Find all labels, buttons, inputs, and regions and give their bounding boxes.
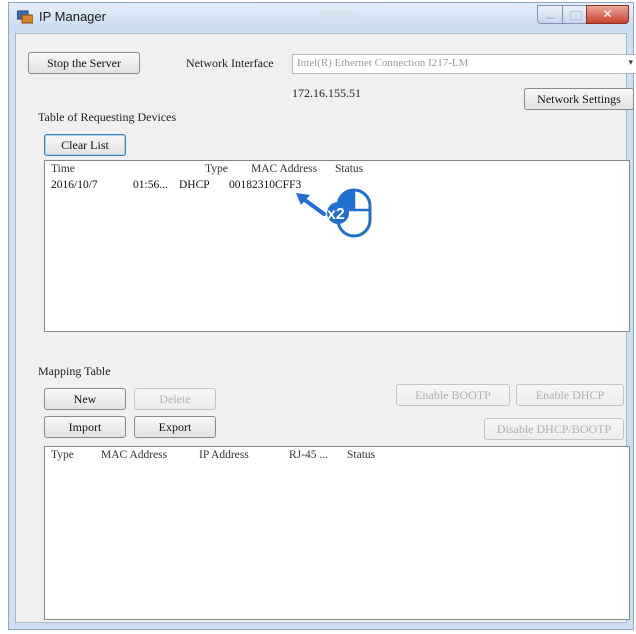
column-mac-address[interactable]: MAC Address <box>251 163 317 175</box>
mapping-table-label: Mapping Table <box>38 364 111 378</box>
requesting-devices-list[interactable]: Time Type MAC Address Status 2016/10/7 0… <box>44 160 630 332</box>
disable-dhcp-bootp-button[interactable]: Disable DHCP/BOOTP <box>484 418 624 440</box>
window-title: IP Manager <box>39 9 106 24</box>
enable-bootp-button[interactable]: Enable BOOTP <box>396 384 510 406</box>
row-type: DHCP <box>179 179 210 191</box>
maximize-icon <box>570 11 582 20</box>
minimize-button[interactable] <box>537 5 563 24</box>
ip-manager-window: IP Manager ✕ Stop the Server Network Int… <box>8 2 636 630</box>
export-button[interactable]: Export <box>134 416 216 438</box>
network-interface-label: Network Interface <box>186 56 274 70</box>
title-blur <box>319 11 359 23</box>
clear-list-button[interactable]: Clear List <box>44 134 126 156</box>
column-mac-address[interactable]: MAC Address <box>101 449 167 461</box>
delete-button[interactable]: Delete <box>134 388 216 410</box>
network-settings-button[interactable]: Network Settings <box>524 88 634 110</box>
column-status[interactable]: Status <box>335 163 363 175</box>
row-date: 2016/10/7 <box>51 179 98 191</box>
close-icon: ✕ <box>602 7 613 21</box>
column-rj45[interactable]: RJ-45 ... <box>289 449 328 461</box>
client-area: Stop the Server Network Interface Intel(… <box>15 33 636 623</box>
minimize-icon <box>546 17 555 19</box>
column-ip-address[interactable]: IP Address <box>199 449 249 461</box>
chevron-down-icon: ▾ <box>628 58 633 68</box>
arrow-icon <box>296 193 326 216</box>
column-type[interactable]: Type <box>205 163 228 175</box>
requesting-devices-header: Time Type MAC Address Status <box>45 163 629 179</box>
row-time: 01:56... <box>133 179 168 191</box>
app-icon <box>17 10 33 24</box>
new-button[interactable]: New <box>44 388 126 410</box>
requesting-devices-label: Table of Requesting Devices <box>38 110 177 124</box>
column-status[interactable]: Status <box>347 449 375 461</box>
maximize-button[interactable] <box>562 5 587 24</box>
column-time[interactable]: Time <box>51 163 75 175</box>
mapping-table-header: Type MAC Address IP Address RJ-45 ... St… <box>45 449 629 465</box>
mapping-table-list[interactable]: Type MAC Address IP Address RJ-45 ... St… <box>44 446 630 620</box>
ip-address-text: 172.16.155.51 <box>292 86 361 100</box>
enable-dhcp-button[interactable]: Enable DHCP <box>516 384 624 406</box>
row-mac: 00182310CFF3 <box>229 179 302 191</box>
close-button[interactable]: ✕ <box>586 5 629 24</box>
title-bar[interactable]: IP Manager ✕ <box>9 3 633 31</box>
network-interface-value: Intel(R) Ethernet Connection I217-LM <box>297 57 469 69</box>
stop-server-button[interactable]: Stop the Server <box>28 52 140 74</box>
double-click-badge: x2 <box>327 206 345 223</box>
column-type[interactable]: Type <box>51 449 74 461</box>
import-button[interactable]: Import <box>44 416 126 438</box>
network-interface-select[interactable]: Intel(R) Ethernet Connection I217-LM ▾ <box>292 54 636 74</box>
